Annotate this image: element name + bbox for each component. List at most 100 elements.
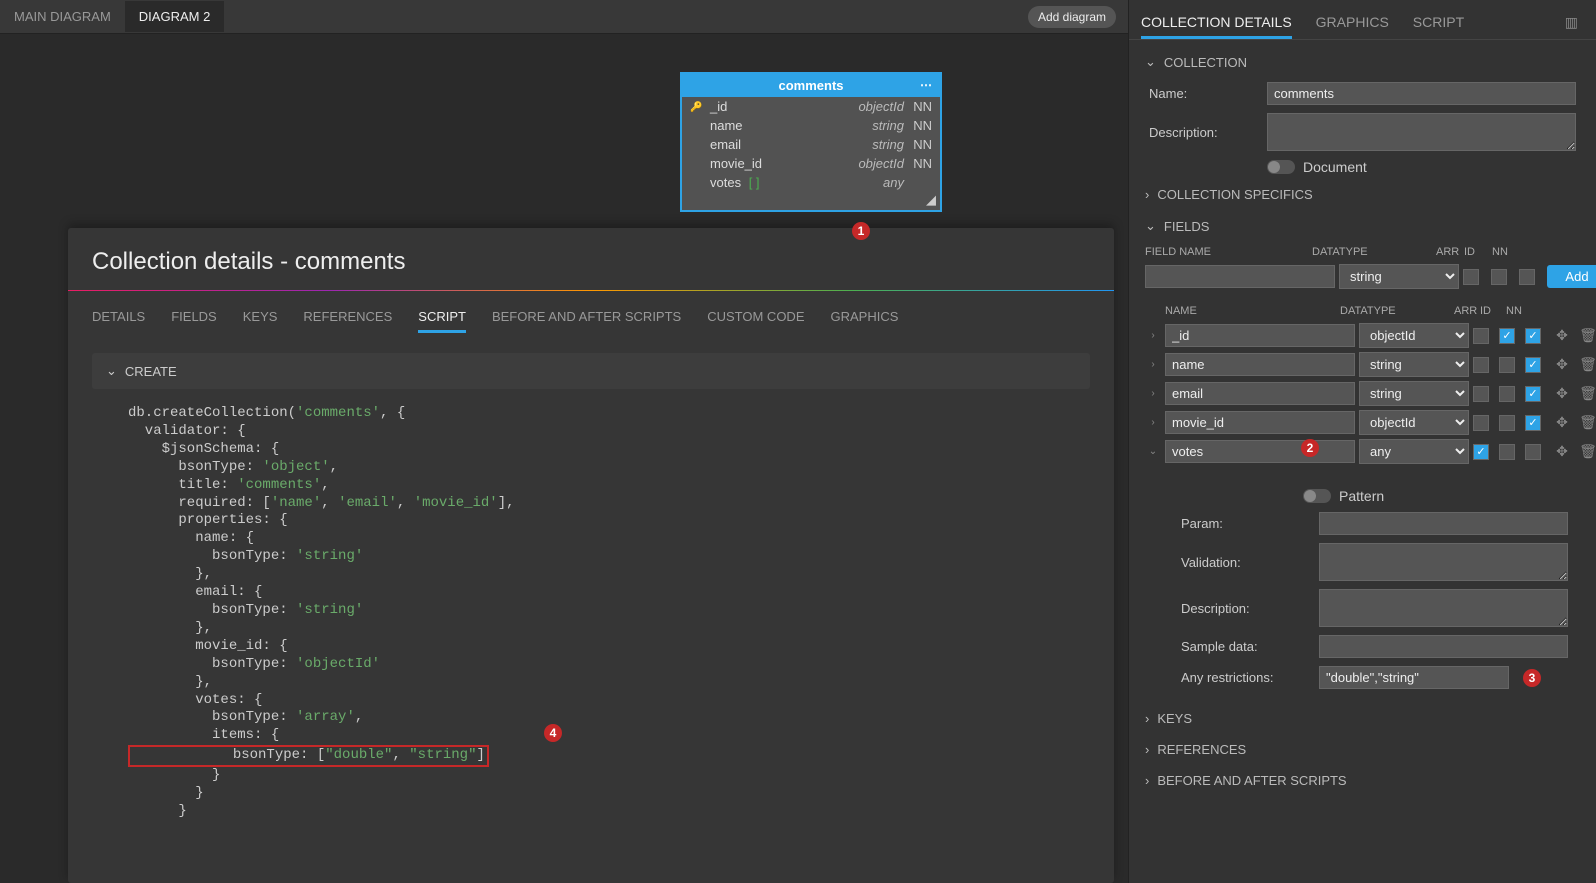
tab-details[interactable]: DETAILS (92, 303, 145, 333)
nn-checkbox[interactable] (1525, 444, 1541, 460)
tab-main-diagram[interactable]: MAIN DIAGRAM (0, 1, 125, 32)
delete-icon[interactable]: 🗑 (1577, 356, 1596, 373)
section-collection[interactable]: ⌄ COLLECTION (1141, 46, 1584, 78)
arr-checkbox[interactable]: ✓ (1473, 444, 1489, 460)
section-keys[interactable]: › KEYS (1141, 703, 1584, 734)
sample-data-input[interactable] (1319, 635, 1568, 658)
entity-comments[interactable]: comments ⋯ 🔑 _id objectId NN name string… (680, 72, 942, 212)
field-name: votes [ ] (704, 175, 844, 190)
id-checkbox[interactable] (1499, 415, 1515, 431)
field-type-select[interactable]: string (1359, 381, 1469, 406)
id-checkbox[interactable] (1499, 386, 1515, 402)
description-label: Description: (1149, 125, 1259, 140)
new-field-id-checkbox[interactable] (1491, 269, 1507, 285)
entity-row-votes[interactable]: votes [ ] any (682, 173, 940, 192)
any-restrictions-label: Any restrictions: (1181, 670, 1311, 685)
expand-icon[interactable]: › (1145, 388, 1161, 399)
param-input[interactable] (1319, 512, 1568, 535)
section-before-after[interactable]: › BEFORE AND AFTER SCRIPTS (1141, 765, 1584, 796)
key-icon: 🔑 (690, 102, 704, 112)
nn-checkbox[interactable]: ✓ (1525, 386, 1541, 402)
arr-checkbox[interactable] (1473, 357, 1489, 373)
move-icon[interactable]: ✥ (1551, 414, 1573, 431)
diagram-canvas[interactable]: comments ⋯ 🔑 _id objectId NN name string… (0, 34, 1128, 244)
id-checkbox[interactable]: ✓ (1499, 328, 1515, 344)
fields-table-header: NAME DATATYPE ARR ID NN (1141, 303, 1584, 321)
description-textarea[interactable] (1267, 113, 1576, 151)
expand-icon[interactable]: › (1145, 359, 1161, 370)
new-field-nn-checkbox[interactable] (1519, 269, 1535, 285)
arr-checkbox[interactable] (1473, 415, 1489, 431)
entity-row-id[interactable]: 🔑 _id objectId NN (682, 97, 940, 116)
resize-handle-icon[interactable]: ◢ (682, 192, 940, 210)
new-field-name-input[interactable] (1145, 265, 1335, 288)
tab-diagram-2[interactable]: DIAGRAM 2 (125, 1, 225, 32)
tab-script[interactable]: SCRIPT (418, 303, 466, 333)
field-nn: NN (904, 156, 932, 171)
field-name-input[interactable] (1165, 411, 1355, 434)
field-row-movie_id: ›objectId✓✥🗑 (1141, 408, 1584, 437)
annotation-badge-4: 4 (544, 724, 562, 742)
sb-tab-collection-details[interactable]: COLLECTION DETAILS (1141, 8, 1292, 39)
field-name-input[interactable] (1165, 382, 1355, 405)
nn-checkbox[interactable]: ✓ (1525, 328, 1541, 344)
tab-references[interactable]: REFERENCES (303, 303, 392, 333)
tab-custom-code[interactable]: CUSTOM CODE (707, 303, 804, 333)
new-field-arr-checkbox[interactable] (1463, 269, 1479, 285)
tab-graphics[interactable]: GRAPHICS (830, 303, 898, 333)
section-fields[interactable]: ⌄ FIELDS (1141, 210, 1584, 242)
any-restrictions-input[interactable] (1319, 666, 1509, 689)
tab-fields[interactable]: FIELDS (171, 303, 217, 333)
expand-icon[interactable]: ⌄ (1145, 446, 1161, 457)
add-diagram-button[interactable]: Add diagram (1028, 6, 1116, 28)
new-field-datatype-select[interactable]: string (1339, 264, 1459, 289)
entity-header[interactable]: comments ⋯ (682, 74, 940, 97)
entity-menu-icon[interactable]: ⋯ (920, 78, 934, 92)
delete-icon[interactable]: 🗑 (1577, 327, 1596, 344)
validation-textarea[interactable] (1319, 543, 1568, 581)
field-name-input[interactable] (1165, 353, 1355, 376)
arr-checkbox[interactable] (1473, 328, 1489, 344)
expand-icon[interactable]: › (1145, 330, 1161, 341)
field-name-input[interactable] (1165, 324, 1355, 347)
validation-label: Validation: (1181, 555, 1311, 570)
id-checkbox[interactable] (1499, 357, 1515, 373)
tab-before-after[interactable]: BEFORE AND AFTER SCRIPTS (492, 303, 681, 333)
sample-data-label: Sample data: (1181, 639, 1311, 654)
move-icon[interactable]: ✥ (1551, 385, 1573, 402)
section-references[interactable]: › REFERENCES (1141, 734, 1584, 765)
script-code[interactable]: db.createCollection('comments', { valida… (128, 405, 1090, 821)
id-checkbox[interactable] (1499, 444, 1515, 460)
field-type-select[interactable]: string (1359, 352, 1469, 377)
arr-checkbox[interactable] (1473, 386, 1489, 402)
nn-checkbox[interactable]: ✓ (1525, 415, 1541, 431)
field-name-input[interactable] (1165, 440, 1355, 463)
sb-tab-script[interactable]: SCRIPT (1413, 8, 1464, 39)
sb-tab-graphics[interactable]: GRAPHICS (1316, 8, 1389, 39)
field-type-select[interactable]: objectId (1359, 410, 1469, 435)
tab-keys[interactable]: KEYS (243, 303, 278, 333)
delete-icon[interactable]: 🗑 (1577, 443, 1596, 460)
delete-icon[interactable]: 🗑 (1577, 414, 1596, 431)
add-field-button[interactable]: Add (1547, 265, 1596, 288)
create-section-header[interactable]: ⌄ CREATE (92, 353, 1090, 389)
entity-row-movie-id[interactable]: movie_id objectId NN (682, 154, 940, 173)
entity-row-email[interactable]: email string NN (682, 135, 940, 154)
nn-checkbox[interactable]: ✓ (1525, 357, 1541, 373)
name-input[interactable] (1267, 82, 1576, 105)
section-collection-specifics[interactable]: › COLLECTION SPECIFICS (1141, 179, 1584, 210)
pattern-toggle[interactable] (1303, 489, 1331, 503)
delete-icon[interactable]: 🗑 (1577, 385, 1596, 402)
move-icon[interactable]: ✥ (1551, 443, 1573, 460)
expand-icon[interactable]: › (1145, 417, 1161, 428)
document-label: Document (1303, 159, 1367, 175)
chevron-right-icon: › (1145, 187, 1149, 202)
document-toggle[interactable] (1267, 160, 1295, 174)
field-description-textarea[interactable] (1319, 589, 1568, 627)
field-type-select[interactable]: any (1359, 439, 1469, 464)
move-icon[interactable]: ✥ (1551, 327, 1573, 344)
entity-row-name[interactable]: name string NN (682, 116, 940, 135)
move-icon[interactable]: ✥ (1551, 356, 1573, 373)
dock-icon[interactable]: ▥ (1559, 8, 1584, 39)
field-type-select[interactable]: objectId (1359, 323, 1469, 348)
